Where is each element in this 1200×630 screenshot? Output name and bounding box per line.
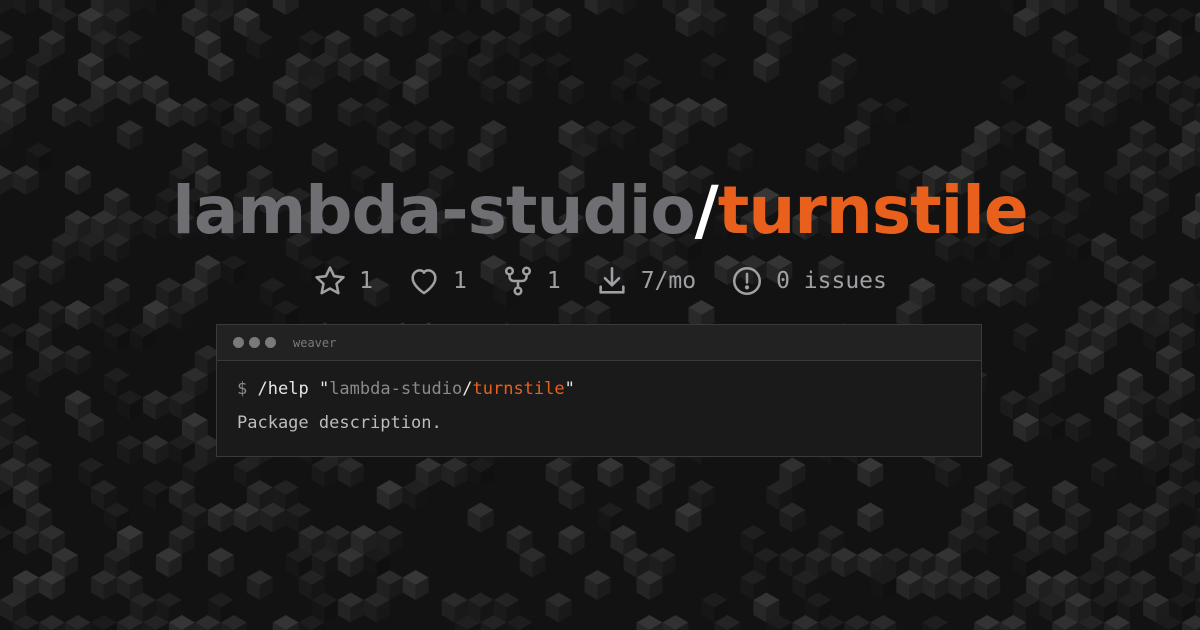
quote-close: " (564, 379, 575, 399)
terminal-name: weaver (293, 335, 337, 350)
repo-owner: lambda-studio (172, 172, 695, 249)
stats-bar: 1 1 1 7/mo 0 issues (0, 264, 1200, 298)
stars-count: 1 (359, 268, 373, 294)
forks-count: 1 (546, 268, 561, 294)
terminal-titlebar: weaver (217, 325, 981, 361)
command-name: /help (257, 379, 309, 399)
stat-downloads: 7/mo (595, 264, 696, 298)
fork-icon (501, 264, 535, 298)
likes-count: 1 (452, 268, 467, 294)
stat-likes: 1 (407, 264, 467, 298)
window-dot (249, 337, 260, 348)
title-slash: / (694, 172, 719, 249)
command-line: $ /help "lambda-studio/turnstile" (237, 379, 961, 399)
issue-icon (730, 264, 764, 298)
package-description: Package description. (237, 413, 442, 433)
window-dot (233, 337, 244, 348)
terminal-window: weaver $ /help "lambda-studio/turnstile"… (216, 324, 982, 457)
repo-name: turnstile (717, 172, 1029, 249)
issues-count: 0 issues (776, 268, 887, 294)
download-icon (595, 264, 629, 298)
terminal-body: $ /help "lambda-studio/turnstile" Packag… (217, 361, 981, 451)
downloads-count: 7/mo (640, 268, 697, 294)
stat-forks: 1 (501, 264, 561, 298)
star-icon (313, 264, 347, 298)
stat-issues: 0 issues (730, 264, 887, 298)
window-dot (265, 337, 276, 348)
command-arg-owner: lambda-studio (329, 379, 463, 399)
command-arg-slash: / (462, 379, 473, 399)
command-arg-repo: turnstile (472, 379, 565, 399)
heart-icon (407, 264, 441, 298)
quote-open: " (318, 379, 330, 399)
background-cube-pattern (0, 0, 1200, 630)
page-title: lambda-studio/turnstile (0, 172, 1200, 249)
prompt-symbol: $ (237, 379, 248, 399)
stat-stars: 1 (313, 264, 373, 298)
